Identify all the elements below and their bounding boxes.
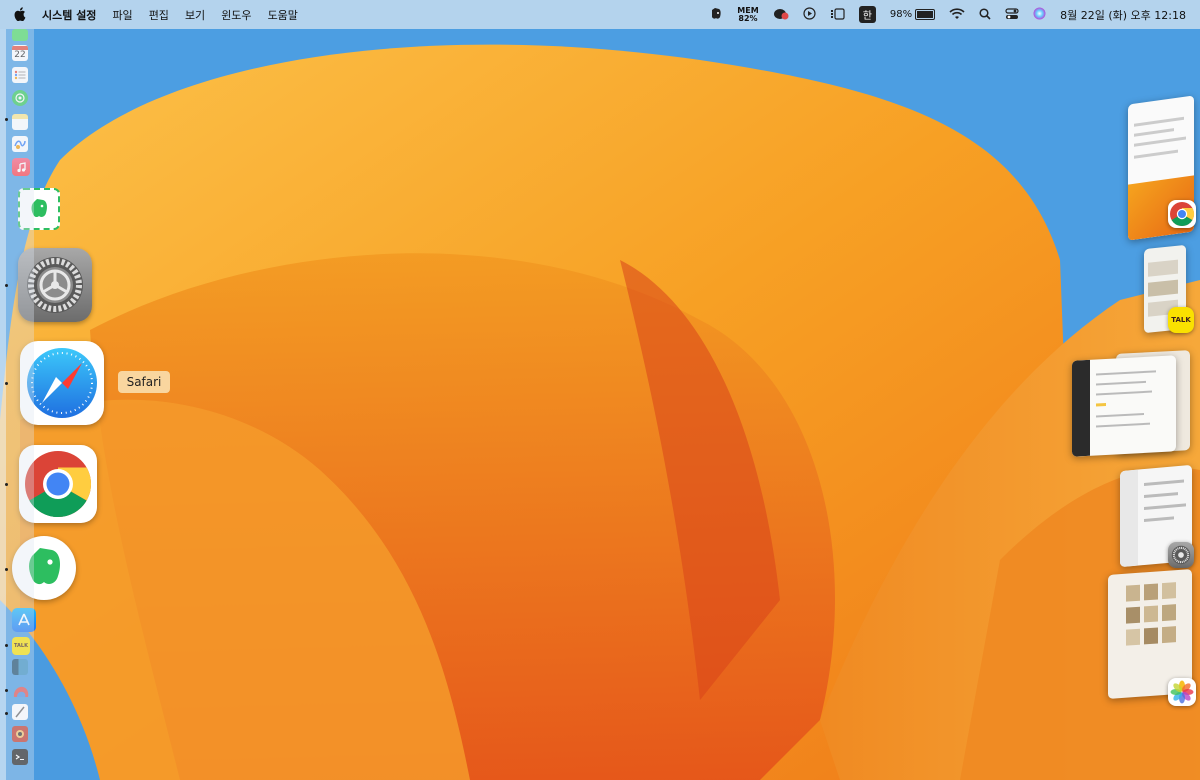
menu-edit[interactable]: 편집 <box>149 7 169 23</box>
battery-icon <box>915 9 936 20</box>
dock-edge <box>0 29 6 780</box>
play-icon[interactable] <box>803 7 816 22</box>
kakaotalk-badge-label: TALK <box>1171 316 1191 324</box>
running-indicator <box>5 382 8 385</box>
battery-level-fill <box>917 11 934 18</box>
running-indicator <box>5 712 8 715</box>
control-center-icon[interactable] <box>1005 7 1019 22</box>
spotlight-search-icon[interactable] <box>979 7 991 22</box>
menu-bar: 시스템 설정 파일 편집 보기 윈도우 도움말 MEM 82% 한 98% 8월… <box>0 0 1200 29</box>
evernote-status-icon[interactable] <box>709 7 723 23</box>
chrome-badge-icon <box>1168 200 1196 228</box>
stage-window-system-settings[interactable] <box>1118 464 1196 572</box>
running-indicator <box>5 568 8 571</box>
stage-window-chrome[interactable] <box>1124 95 1196 241</box>
battery-percent: 98% <box>889 9 913 20</box>
desktop-wallpaper <box>0 0 1200 780</box>
stage-manager-icon[interactable] <box>830 7 845 22</box>
menu-window[interactable]: 윈도우 <box>221 7 251 23</box>
photos-badge-icon <box>1168 678 1196 706</box>
running-indicator <box>5 689 8 692</box>
memory-value: 82% <box>738 13 758 23</box>
stage-window-photos[interactable] <box>1106 569 1198 708</box>
running-indicator <box>5 483 8 486</box>
running-indicator <box>5 284 8 287</box>
wifi-icon[interactable] <box>949 7 965 22</box>
menubar-clock[interactable]: 8월 22일 (화) 오후 12:18 <box>1060 7 1186 23</box>
siri-icon[interactable] <box>1033 7 1046 22</box>
running-indicator <box>5 118 8 121</box>
battery-status[interactable]: 98% <box>889 9 936 20</box>
safari-tooltip: Safari <box>118 371 170 393</box>
apple-menu-icon[interactable] <box>14 6 26 23</box>
chat-status-icon[interactable] <box>773 7 789 23</box>
stage-window-notes[interactable] <box>1072 350 1192 458</box>
kakaotalk-badge-icon: TALK <box>1168 307 1194 333</box>
stage-thumbnail-notes <box>1072 355 1176 457</box>
input-method-indicator[interactable]: 한 <box>858 6 876 23</box>
stage-window-kakaotalk[interactable]: TALK <box>1140 244 1196 337</box>
menu-help[interactable]: 도움말 <box>268 7 298 23</box>
menu-file[interactable]: 파일 <box>112 7 132 23</box>
running-indicator <box>5 644 8 647</box>
system-settings-badge-icon <box>1168 542 1194 568</box>
memory-status[interactable]: MEM 82% <box>737 6 758 23</box>
menu-view[interactable]: 보기 <box>185 7 205 23</box>
app-menu-system-settings[interactable]: 시스템 설정 <box>42 7 96 23</box>
